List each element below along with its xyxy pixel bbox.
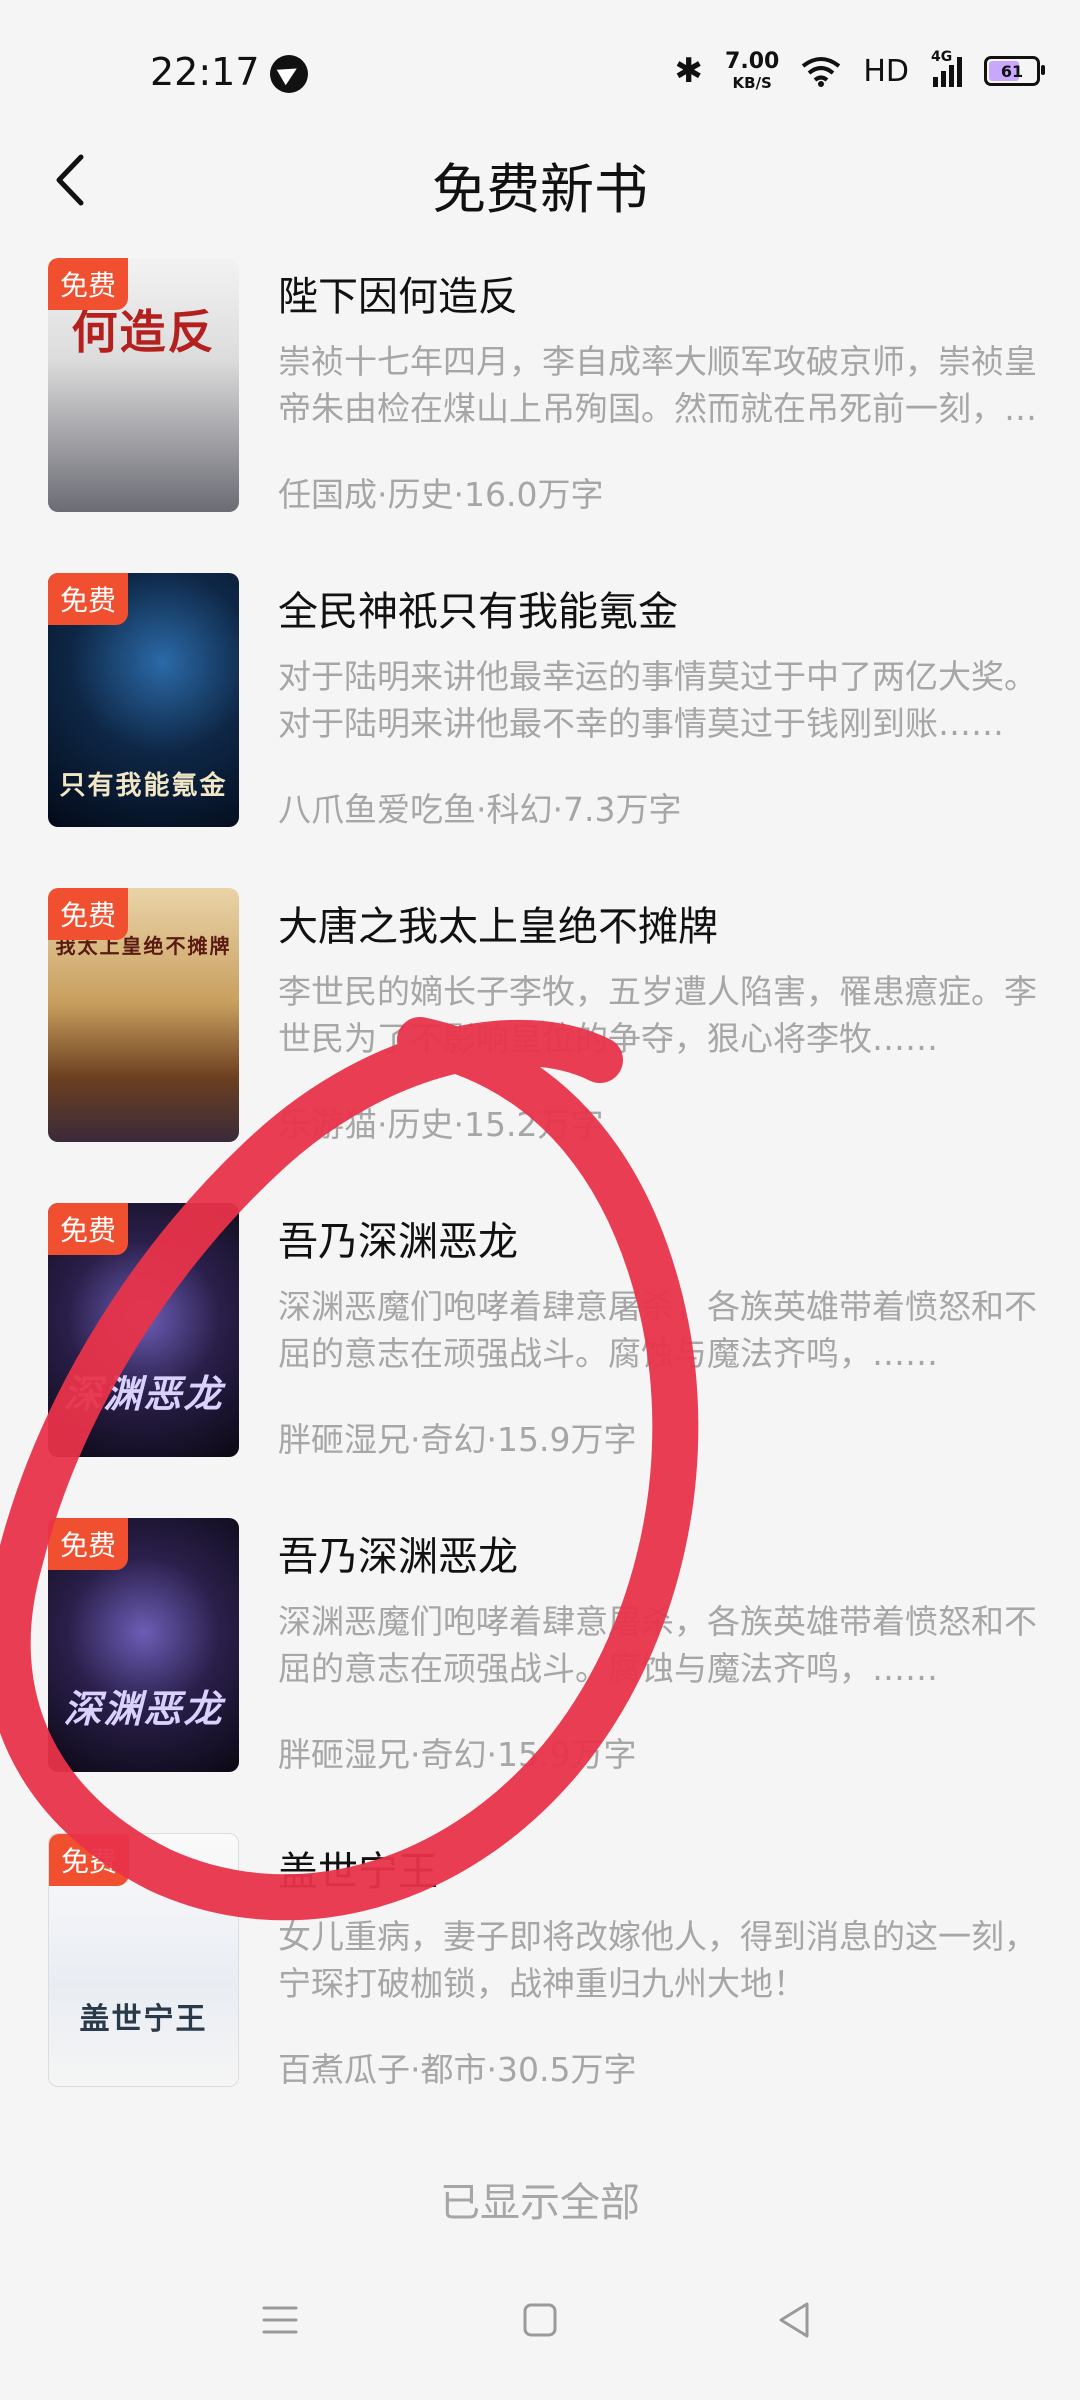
battery-icon: 61 bbox=[984, 56, 1045, 86]
book-meta: 八爪鱼爱吃鱼·科幻·7.3万字 bbox=[278, 790, 682, 829]
menu-icon bbox=[262, 2306, 298, 2334]
bluetooth-icon: ✱ bbox=[674, 51, 704, 91]
network-speed-value: 7.00 bbox=[725, 49, 780, 74]
book-item[interactable]: 我太上皇绝不摊牌 免费 大唐之我太上皇绝不摊牌 李世民的嫡长子李牧，五岁遭人陷害… bbox=[0, 888, 1080, 1203]
book-description: 女儿重病，妻子即将改嫁他人，得到消息的这一刻，宁琛打破枷锁，战神重归九州大地！ bbox=[278, 1917, 1037, 2003]
book-title: 吾乃深渊恶龙 bbox=[278, 1219, 518, 1265]
hd-indicator: HD bbox=[863, 53, 909, 89]
navigation-bar bbox=[0, 2240, 1080, 2400]
status-indicators: ✱ 7.00 KB/S HD 4G 61 bbox=[674, 48, 1045, 94]
book-title: 盖世宁王 bbox=[278, 1849, 438, 1895]
book-description: 崇祯十七年四月，李自成率大顺军攻破京师，崇祯皇帝朱由检在煤山上吊殉国。然而就在吊… bbox=[278, 342, 1037, 428]
book-item[interactable]: 只有我能氪金 免费 全民神祇只有我能氪金 对于陆明来讲他最幸运的事情莫过于中了两… bbox=[0, 573, 1080, 888]
cover-text: 盖世宁王 bbox=[79, 2002, 208, 2037]
battery-level: 61 bbox=[1000, 61, 1024, 81]
book-title: 吾乃深渊恶龙 bbox=[278, 1534, 518, 1580]
cover-text: 深渊恶龙 bbox=[63, 1372, 224, 1416]
book-cover[interactable]: 我太上皇绝不摊牌 免费 bbox=[48, 888, 239, 1142]
free-badge: 免费 bbox=[48, 1518, 129, 1570]
end-of-list-text: 已显示全部 bbox=[440, 2180, 640, 2226]
book-meta: 胖砸湿兄·奇幻·15.9万字 bbox=[278, 1735, 637, 1774]
book-item[interactable]: 何造反 免费 陛下因何造反 崇祯十七年四月，李自成率大顺军攻破京师，崇祯皇帝朱由… bbox=[0, 258, 1080, 573]
home-square-icon bbox=[523, 2303, 557, 2337]
book-description: 李世民的嫡长子李牧，五岁遭人陷害，罹患癔症。李世民为了不影响皇位的争夺，狠心将李… bbox=[278, 972, 1037, 1058]
book-meta: 任国成·历史·16.0万字 bbox=[278, 475, 604, 514]
book-item[interactable]: 深渊恶龙 免费 吾乃深渊恶龙 深渊恶魔们咆哮着肆意屠杀，各族英雄带着愤怒和不屈的… bbox=[0, 1203, 1080, 1518]
page-title: 免费新书 bbox=[432, 158, 648, 221]
free-badge: 免费 bbox=[48, 258, 129, 310]
book-cover[interactable]: 深渊恶龙 免费 bbox=[48, 1203, 239, 1457]
back-triangle-icon bbox=[779, 2302, 809, 2338]
back-nav-button[interactable] bbox=[765, 2290, 825, 2350]
book-meta: 胖砸湿兄·奇幻·15.9万字 bbox=[278, 1420, 637, 1459]
book-description: 深渊恶魔们咆哮着肆意屠杀，各族英雄带着愤怒和不屈的意志在顽强战斗。腐蚀与魔法齐鸣… bbox=[278, 1287, 1037, 1373]
network-speed: 7.00 KB/S bbox=[725, 51, 779, 91]
book-cover[interactable]: 何造反 免费 bbox=[48, 258, 239, 512]
cover-text: 深渊恶龙 bbox=[63, 1687, 224, 1731]
book-item[interactable]: 深渊恶龙 免费 吾乃深渊恶龙 深渊恶魔们咆哮着肆意屠杀，各族英雄带着愤怒和不屈的… bbox=[0, 1518, 1080, 1833]
free-badge: 免费 bbox=[49, 1834, 130, 1886]
cover-text: 只有我能氪金 bbox=[59, 771, 228, 801]
free-badge: 免费 bbox=[48, 1203, 129, 1255]
book-item[interactable]: 盖世宁王 免费 盖世宁王 女儿重病，妻子即将改嫁他人，得到消息的这一刻，宁琛打破… bbox=[0, 1833, 1080, 2148]
status-time: 22:17 bbox=[150, 50, 260, 94]
book-cover[interactable]: 只有我能氪金 免费 bbox=[48, 573, 239, 827]
book-cover[interactable]: 深渊恶龙 免费 bbox=[48, 1518, 239, 1772]
network-type: 4G bbox=[931, 49, 953, 65]
network-speed-unit: KB/S bbox=[732, 74, 772, 92]
home-button[interactable] bbox=[510, 2290, 570, 2350]
free-badge: 免费 bbox=[48, 573, 129, 625]
wifi-icon bbox=[802, 57, 841, 87]
menu-button[interactable] bbox=[250, 2290, 310, 2350]
free-badge: 免费 bbox=[48, 888, 129, 940]
book-meta: 百煮瓜子·都市·30.5万字 bbox=[278, 2050, 637, 2089]
book-description: 深渊恶魔们咆哮着肆意屠杀，各族英雄带着愤怒和不屈的意志在顽强战斗。腐蚀与魔法齐鸣… bbox=[278, 1602, 1037, 1688]
book-cover[interactable]: 盖世宁王 免费 bbox=[48, 1833, 239, 2087]
book-meta: 乐游猫·历史·15.2万字 bbox=[278, 1105, 604, 1144]
book-title: 全民神祇只有我能氪金 bbox=[278, 589, 678, 635]
book-list: 何造反 免费 陛下因何造反 崇祯十七年四月，李自成率大顺军攻破京师，崇祯皇帝朱由… bbox=[0, 258, 1080, 2148]
status-bar: 22:17 ✱ 7.00 KB/S HD 4G 61 bbox=[0, 0, 1080, 140]
book-title: 陛下因何造反 bbox=[278, 274, 518, 320]
app-notification-icon bbox=[270, 55, 308, 93]
book-description: 对于陆明来讲他最幸运的事情莫过于中了两亿大奖。对于陆明来讲他最不幸的事情莫过于钱… bbox=[278, 657, 1037, 743]
cellular-signal-icon: 4G bbox=[931, 49, 962, 87]
book-title: 大唐之我太上皇绝不摊牌 bbox=[278, 904, 718, 950]
